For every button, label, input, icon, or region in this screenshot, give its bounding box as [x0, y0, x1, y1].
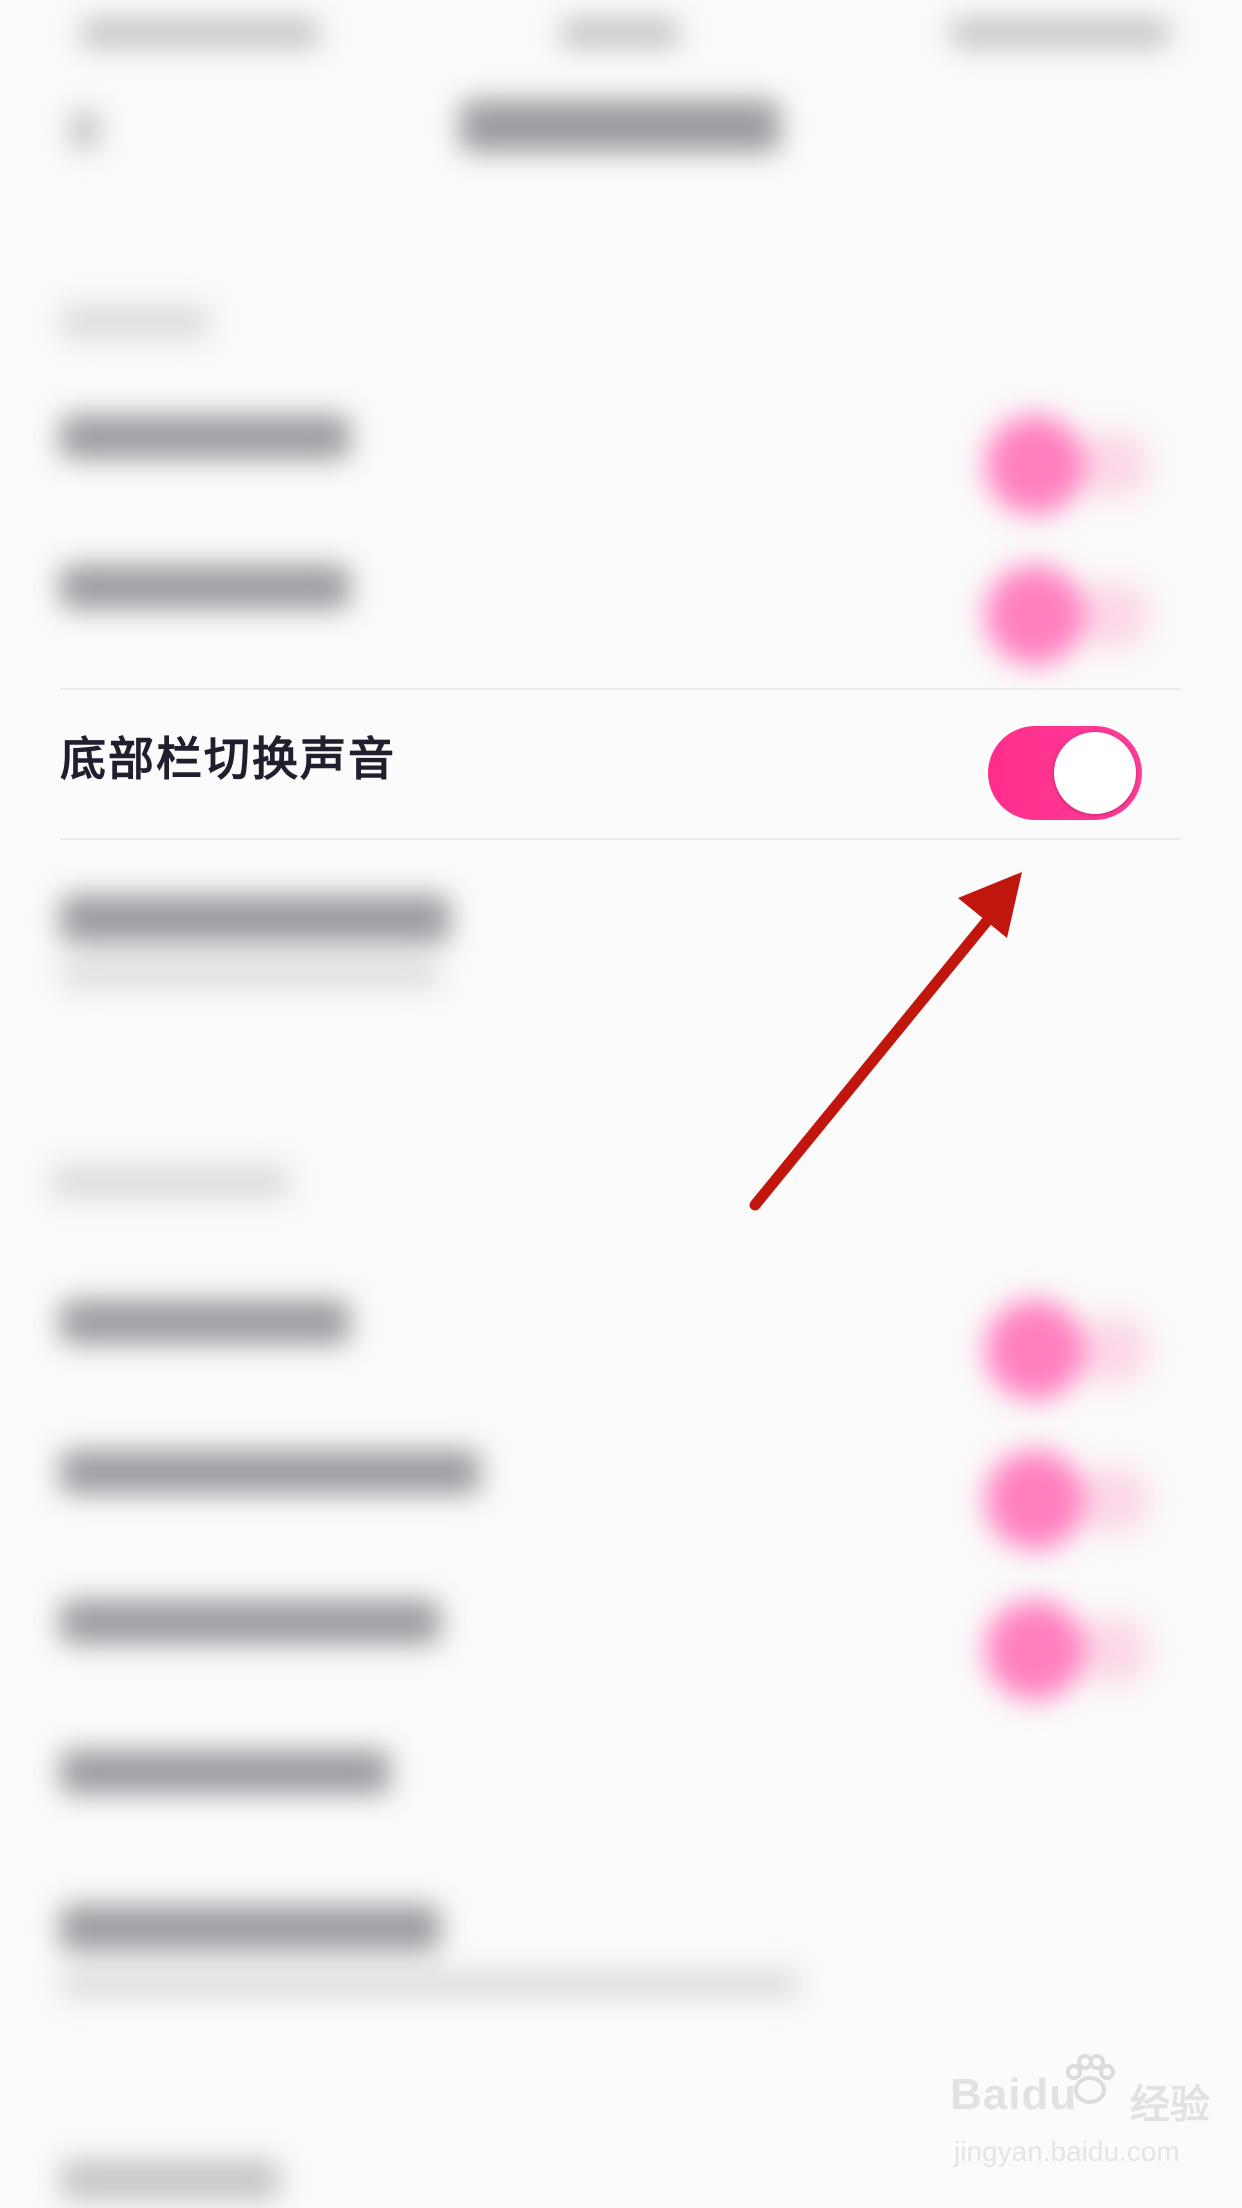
blurred-toggle-5 — [985, 1450, 1085, 1550]
blurred-row-label-3 — [60, 895, 450, 943]
watermark-url: jingyan.baidu.com — [954, 2136, 1180, 2167]
blurred-row-sub-3 — [60, 960, 440, 988]
blurred-row-label-9 — [60, 2160, 280, 2200]
blurred-row-label-4 — [60, 1300, 350, 1344]
blurred-toggle-tail-4 — [1080, 1315, 1150, 1385]
blurred-row-label-6 — [60, 1600, 440, 1644]
blurred-toggle-tail-1 — [1080, 430, 1150, 500]
blurred-row-label-8 — [60, 1905, 440, 1951]
watermark-product: 经验 — [1130, 2082, 1210, 2128]
blurred-background — [0, 0, 1242, 2208]
blurred-row-label-7 — [60, 1750, 390, 1794]
blurred-toggle-4 — [985, 1300, 1085, 1400]
blurred-toggle-2 — [985, 565, 1085, 665]
paw-icon — [1066, 2054, 1115, 2104]
blurred-toggle-tail-6 — [1080, 1615, 1150, 1685]
blurred-status-center — [560, 18, 680, 48]
blurred-back-icon — [70, 110, 100, 150]
settings-row-bottom-bar-sound[interactable]: 底部栏切换声音 — [0, 690, 1242, 840]
blurred-toggle-tail-2 — [1080, 580, 1150, 650]
blurred-row-label-5 — [60, 1450, 480, 1494]
blurred-row-sub-8 — [60, 1970, 800, 1998]
watermark-logo-text: Baidu — [950, 2070, 1078, 2119]
blurred-toggle-6 — [985, 1600, 1085, 1700]
row-divider-bottom — [60, 838, 1182, 840]
toggle-knob — [1054, 732, 1136, 814]
blurred-status-left — [80, 18, 320, 48]
blurred-page-title — [460, 100, 780, 152]
blurred-section-header-1 — [60, 305, 210, 339]
blurred-row-label-1 — [60, 415, 350, 459]
blurred-status-right — [950, 18, 1170, 48]
blurred-section-header-2 — [50, 1165, 290, 1199]
blurred-toggle-1 — [985, 415, 1085, 515]
baidu-jingyan-watermark: Baidu 经验 jingyan.baidu.com — [950, 2054, 1220, 2190]
blurred-row-label-2 — [60, 565, 350, 609]
settings-row-label: 底部栏切换声音 — [60, 732, 396, 786]
bottom-bar-sound-toggle[interactable] — [988, 726, 1142, 820]
blurred-toggle-tail-5 — [1080, 1465, 1150, 1535]
